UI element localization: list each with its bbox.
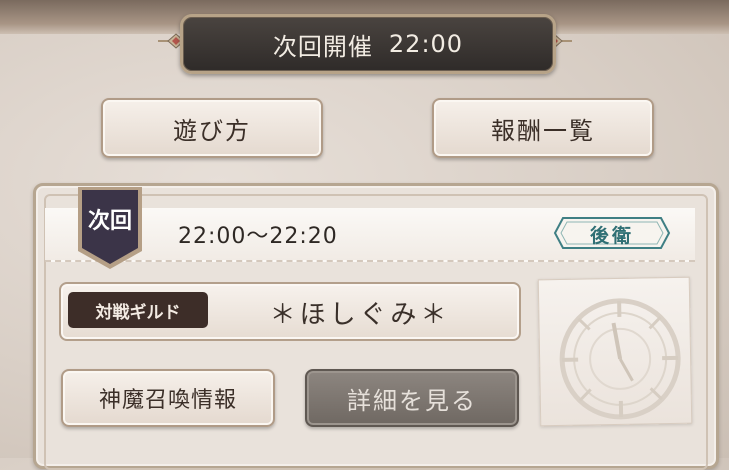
next-event-label: 次回開催 <box>272 32 373 61</box>
view-details-button[interactable]: 詳細を見る <box>305 369 519 427</box>
summon-info-button[interactable]: 神魔召喚情報 <box>61 369 275 427</box>
next-round-tag: 次回 <box>74 185 146 271</box>
clock-face-icon <box>559 298 681 420</box>
next-round-tag-label: 次回 <box>87 209 132 234</box>
role-badge: 後衛 <box>553 216 671 250</box>
opponent-guild-label: 対戦ギルド <box>68 292 208 328</box>
next-event-time: 22:00 <box>388 30 464 58</box>
next-event-banner: 次回開催 22:00 <box>180 14 556 74</box>
opponent-guild-name: ＊ほしぐみ＊ <box>269 300 451 330</box>
clock-card <box>537 276 693 427</box>
role-label: 後衛 <box>589 225 634 247</box>
match-time-range: 22:00〜22:20 <box>178 224 338 249</box>
how-to-play-button[interactable]: 遊び方 <box>101 98 323 158</box>
rewards-list-button[interactable]: 報酬一覧 <box>432 98 654 158</box>
